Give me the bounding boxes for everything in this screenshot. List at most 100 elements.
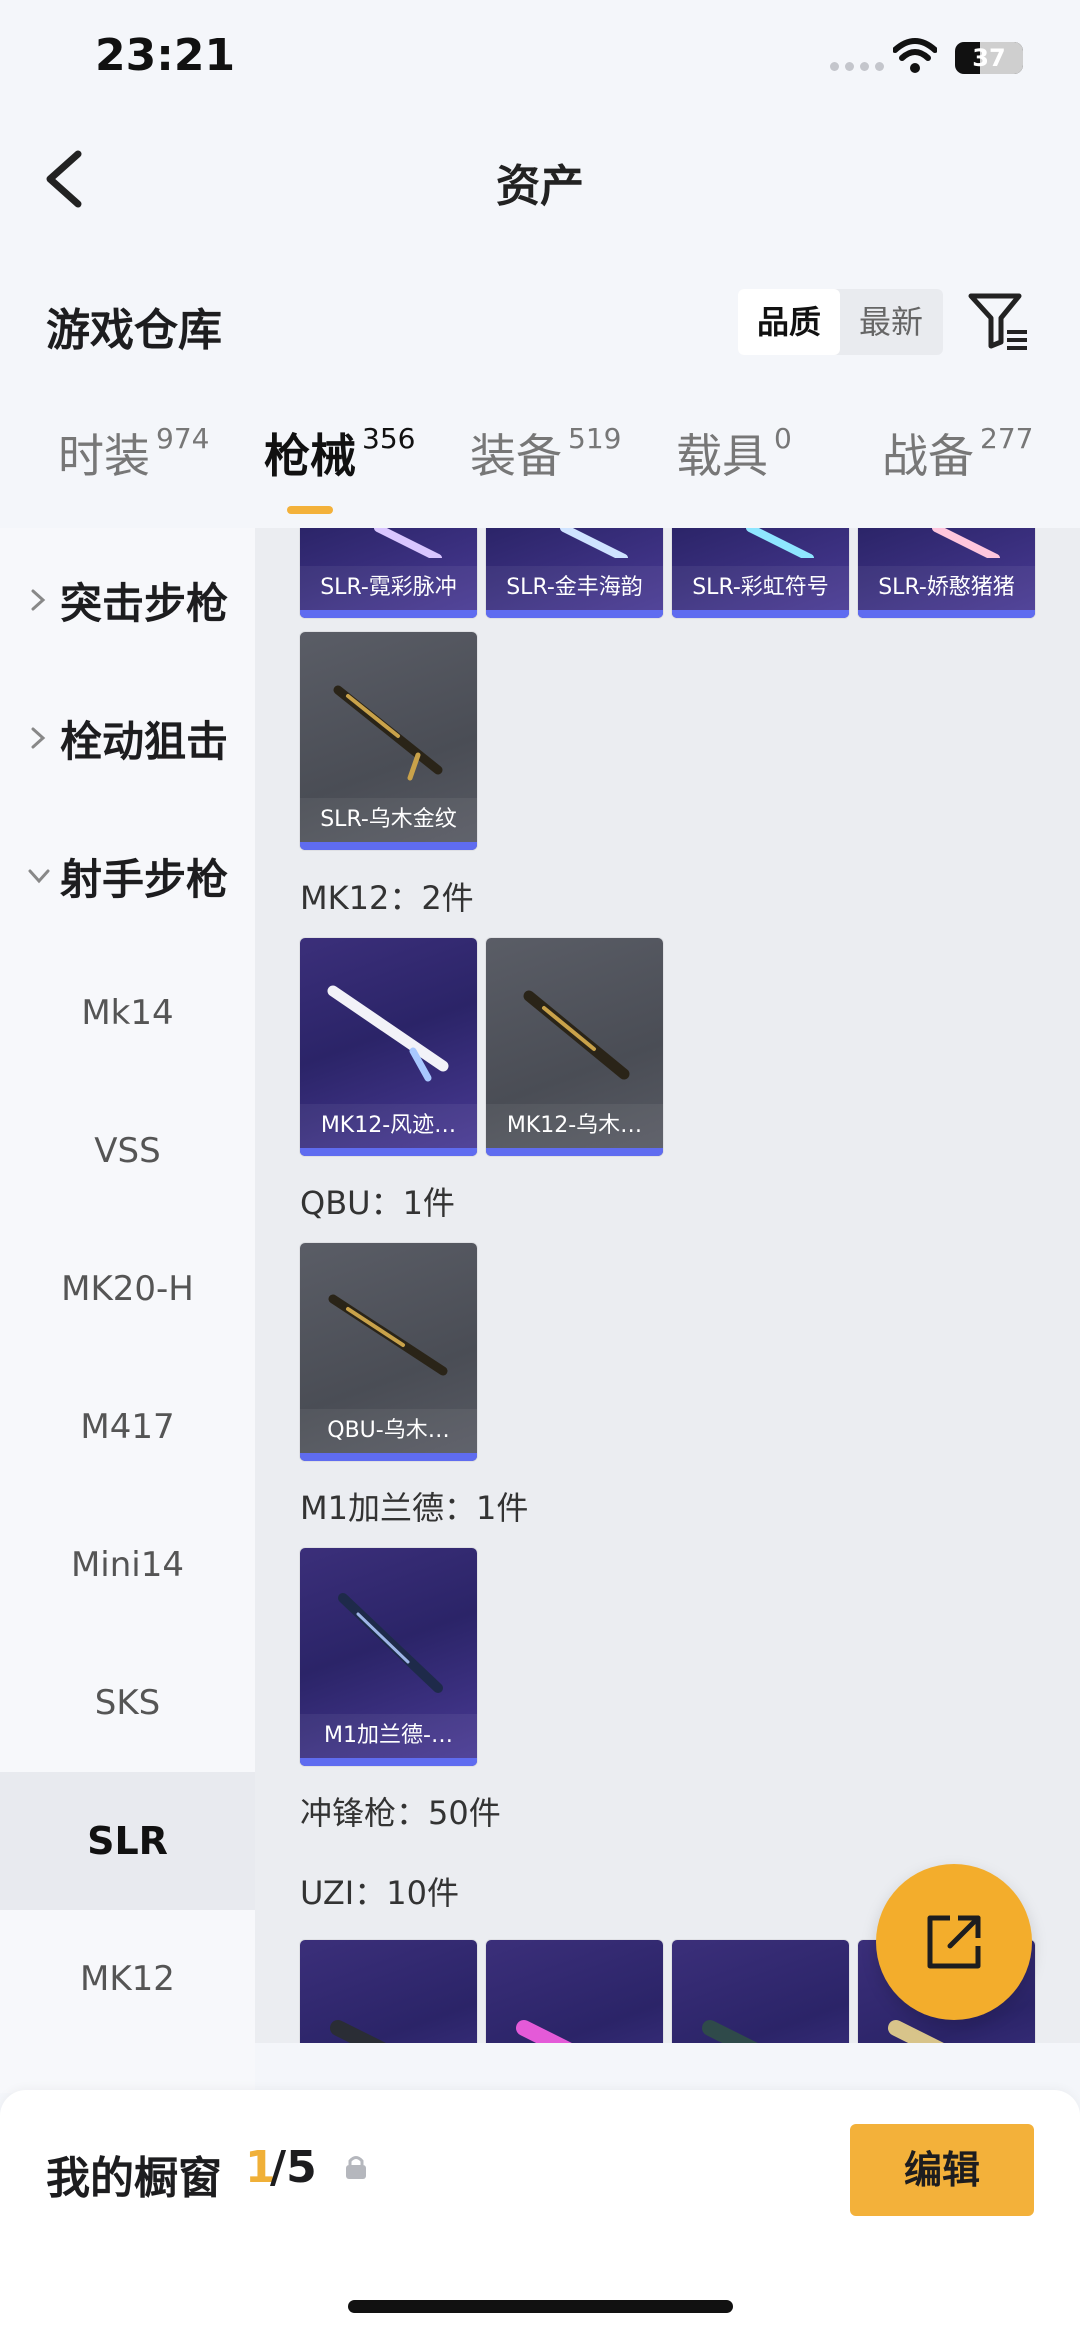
tab-count: 974 xyxy=(156,422,210,455)
filter-icon[interactable] xyxy=(965,288,1031,354)
rarity-bar xyxy=(300,842,477,850)
sidebar-item-mini14[interactable]: Mini14 xyxy=(0,1496,255,1634)
tab-count: 277 xyxy=(980,422,1034,455)
tab-fashion[interactable]: 时装 974 xyxy=(58,420,209,486)
weapon-name: M1加兰德-… xyxy=(300,1714,477,1758)
weapon-card[interactable]: MK12-风迹… xyxy=(300,938,477,1156)
group-title-m1-garand: M1加兰德：1件 xyxy=(300,1489,529,1527)
section-title: 游戏仓库 xyxy=(46,305,222,356)
sidebar-item-vss[interactable]: VSS xyxy=(0,1082,255,1220)
edit-button[interactable]: 编辑 xyxy=(850,2124,1034,2216)
weapon-card[interactable]: SLR-霓彩脉冲 xyxy=(300,528,477,618)
tab-label: 战备 xyxy=(882,429,974,483)
sort-toggle: 品质 最新 xyxy=(738,289,943,355)
rarity-bar xyxy=(300,1148,477,1156)
chevron-right-icon xyxy=(31,727,46,749)
weapon-card[interactable] xyxy=(672,1940,849,2043)
rarity-bar xyxy=(300,610,477,618)
category-label: 突击步枪 xyxy=(60,578,229,628)
weapon-name: SLR-金丰海韵 xyxy=(486,566,663,610)
chevron-down-icon xyxy=(28,869,50,884)
weapon-card[interactable]: SLR-彩虹符号 xyxy=(672,528,849,618)
sidebar-item-slr[interactable]: SLR xyxy=(0,1772,255,1910)
group-title-mk12: MK12：2件 xyxy=(300,879,474,917)
weapon-skin-icon xyxy=(560,528,628,558)
rarity-bar xyxy=(300,1453,477,1461)
tab-vehicles[interactable]: 载具 0 xyxy=(676,420,792,486)
showcase-label: 我的橱窗 xyxy=(46,2153,222,2204)
weapon-card[interactable]: SLR-乌木金纹 xyxy=(300,632,477,850)
chevron-right-icon xyxy=(31,589,46,611)
tab-count: 519 xyxy=(568,422,622,455)
tab-label: 装备 xyxy=(470,429,562,483)
weapon-card[interactable] xyxy=(486,1940,663,2043)
weapon-name: SLR-霓彩脉冲 xyxy=(300,566,477,610)
tab-combat-gear[interactable]: 战备 277 xyxy=(882,420,1033,486)
rarity-bar xyxy=(858,610,1035,618)
tab-label: 时装 xyxy=(58,429,150,483)
sort-newest-option[interactable]: 最新 xyxy=(840,289,942,355)
category-label: 射手步枪 xyxy=(60,854,229,904)
weapon-name: QBU-乌木… xyxy=(300,1409,477,1453)
sort-quality-option[interactable]: 品质 xyxy=(738,289,840,355)
rarity-bar xyxy=(672,610,849,618)
weapon-grid: SLR-霓彩脉冲 SLR-金丰海韵 SLR-彩虹符号 SLR-娇憨猪猪 SLR-… xyxy=(255,528,1080,2043)
weapon-skin-icon xyxy=(333,685,443,781)
share-icon xyxy=(927,1915,981,1969)
tab-count: 0 xyxy=(774,422,792,455)
weapon-skin-icon xyxy=(516,2020,572,2043)
group-title-uzi: UZI：10件 xyxy=(300,1874,459,1912)
weapon-skin-icon xyxy=(523,990,630,1080)
status-time: 23:21 xyxy=(95,30,236,81)
page-title: 资产 xyxy=(496,161,584,212)
sidebar-item-m417[interactable]: M417 xyxy=(0,1358,255,1496)
category-label: 栓动狙击 xyxy=(60,716,229,766)
category-bolt-sniper[interactable]: 栓动狙击 xyxy=(22,708,228,768)
category-marksman-rifle[interactable]: 射手步枪 xyxy=(22,846,228,906)
status-bar: 23:21 37 xyxy=(0,0,1080,120)
sidebar-item-mk12[interactable]: MK12 xyxy=(0,1910,255,2048)
weapon-card[interactable]: MK12-乌木… xyxy=(486,938,663,1156)
sidebar-item-mk20h[interactable]: MK20-H xyxy=(0,1220,255,1358)
category-tabs: 时装 974 枪械 356 装备 519 载具 0 战备 277 xyxy=(0,420,1080,530)
weapon-card[interactable] xyxy=(300,1940,477,2043)
weapon-name: MK12-乌木… xyxy=(486,1104,663,1148)
battery-icon: 37 xyxy=(955,42,1023,74)
tab-label: 枪械 xyxy=(264,429,356,483)
weapon-category-sidebar: 突击步枪 栓动狙击 射手步枪 Mk14 VSS MK20-H M417 Mini… xyxy=(0,528,255,2093)
weapon-name: SLR-娇憨猪猪 xyxy=(858,566,1035,610)
home-indicator xyxy=(348,2300,733,2313)
rarity-bar xyxy=(486,1148,663,1156)
weapon-skin-icon xyxy=(702,2020,758,2043)
showcase-total-count: /5 xyxy=(270,2142,317,2193)
weapon-name: SLR-乌木金纹 xyxy=(300,798,477,842)
weapon-skin-icon xyxy=(327,985,449,1082)
lock-icon xyxy=(346,2156,366,2179)
sidebar-item-sks[interactable]: SKS xyxy=(0,1634,255,1772)
weapon-skin-icon xyxy=(330,2020,386,2043)
tab-equipment[interactable]: 装备 519 xyxy=(470,420,621,486)
weapon-skin-icon xyxy=(932,528,1000,558)
weapon-card[interactable]: QBU-乌木… xyxy=(300,1243,477,1461)
sidebar-item-mk14[interactable]: Mk14 xyxy=(0,944,255,1082)
battery-percent: 37 xyxy=(972,44,1006,72)
weapon-skin-icon xyxy=(328,1294,448,1376)
weapon-card[interactable]: SLR-娇憨猪猪 xyxy=(858,528,1035,618)
weapon-name: MK12-风迹… xyxy=(300,1104,477,1148)
weapon-skin-icon xyxy=(338,1593,443,1693)
weapon-skin-icon xyxy=(746,528,814,558)
share-button[interactable] xyxy=(876,1864,1032,2020)
active-tab-indicator xyxy=(287,506,333,514)
tab-guns[interactable]: 枪械 356 xyxy=(264,420,415,486)
weapon-card[interactable]: SLR-金丰海韵 xyxy=(486,528,663,618)
category-assault-rifle[interactable]: 突击步枪 xyxy=(22,570,228,630)
tab-label: 载具 xyxy=(676,429,768,483)
weapon-name: SLR-彩虹符号 xyxy=(672,566,849,610)
rarity-bar xyxy=(486,610,663,618)
rarity-bar xyxy=(300,1758,477,1766)
weapon-skin-icon xyxy=(374,528,442,558)
weapon-card[interactable]: M1加兰德-… xyxy=(300,1548,477,1766)
group-title-smg: 冲锋枪：50件 xyxy=(300,1794,501,1832)
cellular-signal-icon xyxy=(830,62,884,71)
group-title-qbu: QBU：1件 xyxy=(300,1184,455,1222)
